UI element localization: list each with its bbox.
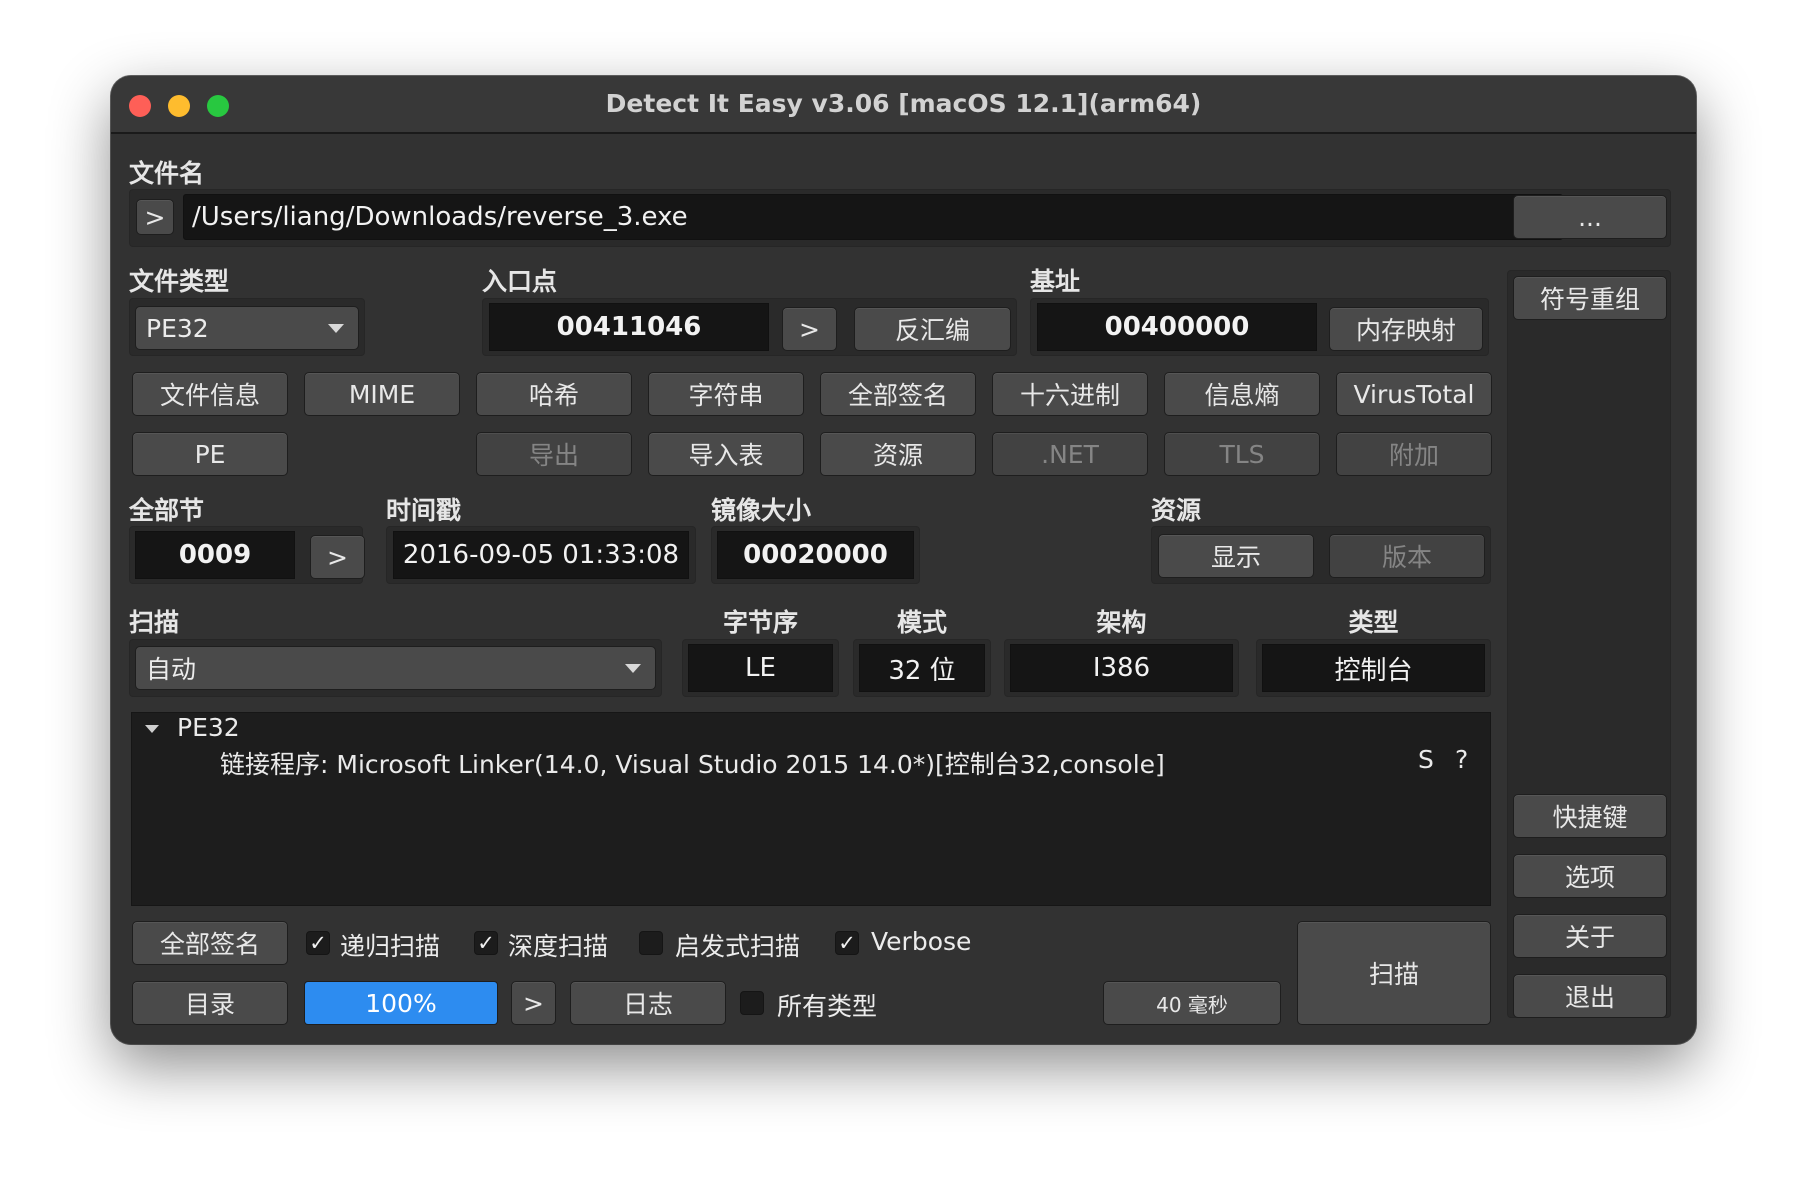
hex-button[interactable]: 十六进制	[992, 372, 1148, 416]
file-expand-button[interactable]: >	[136, 199, 174, 235]
entry-point-label: 入口点	[482, 267, 558, 296]
title-bar: Detect It Easy v3.06 [macOS 12.1](arm64)	[111, 76, 1696, 134]
all-types-label[interactable]: 所有类型	[777, 987, 877, 1023]
side-panel	[1507, 270, 1671, 1018]
scan-label: 扫描	[129, 608, 180, 637]
file-path-input[interactable]: /Users/liang/Downloads/reverse_3.exe	[183, 194, 1563, 240]
all-types-checkbox[interactable]	[740, 991, 764, 1015]
mode-label: 模式	[896, 608, 947, 637]
scan-results-tree[interactable]: PE32 链接程序: Microsoft Linker(14.0, Visual…	[131, 712, 1491, 906]
file-name-label: 文件名	[129, 159, 205, 188]
file-info-button[interactable]: 文件信息	[132, 372, 288, 416]
window-title: Detect It Easy v3.06 [macOS 12.1](arm64)	[605, 89, 1202, 118]
dotnet-button[interactable]: .NET	[992, 432, 1148, 476]
resources-tool-button[interactable]: 资源	[820, 432, 976, 476]
tree-expand-icon[interactable]	[145, 725, 159, 733]
result-root-node[interactable]: PE32	[177, 713, 240, 742]
architecture-value: I386	[1010, 644, 1233, 692]
verbose-label[interactable]: Verbose	[871, 927, 971, 956]
export-button[interactable]: 导出	[476, 432, 632, 476]
virustotal-button[interactable]: VirusTotal	[1336, 372, 1492, 416]
endianness-label: 字节序	[722, 608, 798, 637]
chevron-down-icon	[625, 664, 641, 673]
options-button[interactable]: 选项	[1513, 854, 1667, 898]
image-size-label: 镜像大小	[711, 496, 812, 525]
regroup-button[interactable]: 符号重组	[1513, 276, 1667, 320]
pe-button[interactable]: PE	[132, 432, 288, 476]
deep-scan-label[interactable]: 深度扫描	[508, 927, 608, 963]
type-value: 控制台	[1262, 644, 1485, 692]
about-button[interactable]: 关于	[1513, 914, 1667, 958]
heuristic-scan-label[interactable]: 启发式扫描	[675, 927, 800, 963]
scan-progress-bar: 100%	[304, 981, 498, 1025]
log-button[interactable]: 日志	[570, 981, 726, 1025]
resources-version-button[interactable]: 版本	[1329, 534, 1485, 578]
exit-button[interactable]: 退出	[1513, 974, 1667, 1018]
sections-label: 全部节	[129, 496, 205, 525]
progress-text: 100%	[365, 988, 437, 1018]
strings-button[interactable]: 字符串	[648, 372, 804, 416]
result-signature-button[interactable]: S	[1418, 745, 1434, 774]
scan-button[interactable]: 扫描	[1297, 921, 1491, 1025]
mime-button[interactable]: MIME	[304, 372, 460, 416]
import-table-button[interactable]: 导入表	[648, 432, 804, 476]
memory-map-button[interactable]: 内存映射	[1329, 307, 1483, 351]
sections-go-button[interactable]: >	[310, 535, 365, 579]
directory-button[interactable]: 目录	[132, 981, 288, 1025]
base-address-label: 基址	[1030, 267, 1081, 296]
timestamp-value: 2016-09-05 01:33:08	[393, 531, 689, 579]
entry-point-go-button[interactable]: >	[782, 307, 837, 351]
hash-button[interactable]: 哈希	[476, 372, 632, 416]
file-type-label: 文件类型	[129, 267, 230, 296]
progress-go-button[interactable]: >	[511, 981, 556, 1025]
recursive-scan-label[interactable]: 递归扫描	[340, 927, 440, 963]
signatures-tool-button[interactable]: 全部签名	[820, 372, 976, 416]
base-address-value: 00400000	[1037, 303, 1317, 351]
architecture-label: 架构	[1096, 608, 1147, 637]
mode-value: 32 位	[859, 644, 985, 692]
resources-label: 资源	[1151, 496, 1202, 525]
elapsed-time: 40 毫秒	[1103, 981, 1281, 1025]
browse-button[interactable]: ...	[1513, 195, 1667, 239]
verbose-checkbox[interactable]: ✓	[835, 931, 859, 955]
file-type-select[interactable]: PE32	[135, 306, 359, 350]
overlay-button[interactable]: 附加	[1336, 432, 1492, 476]
shortcuts-button[interactable]: 快捷键	[1513, 794, 1667, 838]
disassemble-button[interactable]: 反汇编	[854, 307, 1011, 351]
endianness-value: LE	[688, 644, 833, 692]
tls-button[interactable]: TLS	[1164, 432, 1320, 476]
heuristic-scan-checkbox[interactable]	[639, 931, 663, 955]
all-signatures-button[interactable]: 全部签名	[132, 921, 288, 965]
type-label: 类型	[1348, 608, 1399, 637]
resources-show-button[interactable]: 显示	[1158, 534, 1314, 578]
entropy-button[interactable]: 信息熵	[1164, 372, 1320, 416]
timestamp-label: 时间戳	[386, 496, 462, 525]
result-linker-entry[interactable]: 链接程序: Microsoft Linker(14.0, Visual Stud…	[220, 745, 1165, 781]
result-info-button[interactable]: ?	[1455, 745, 1468, 774]
chevron-down-icon	[328, 324, 344, 333]
scan-mode-select[interactable]: 自动	[135, 646, 656, 690]
deep-scan-checkbox[interactable]: ✓	[474, 931, 498, 955]
entry-point-value: 00411046	[489, 303, 769, 351]
scan-mode-value: 自动	[146, 655, 197, 684]
sections-count: 0009	[135, 531, 295, 579]
file-type-value: PE32	[146, 313, 209, 343]
recursive-scan-checkbox[interactable]: ✓	[306, 931, 330, 955]
image-size-value: 00020000	[717, 531, 914, 579]
app-window: Detect It Easy v3.06 [macOS 12.1](arm64)…	[111, 76, 1696, 1044]
